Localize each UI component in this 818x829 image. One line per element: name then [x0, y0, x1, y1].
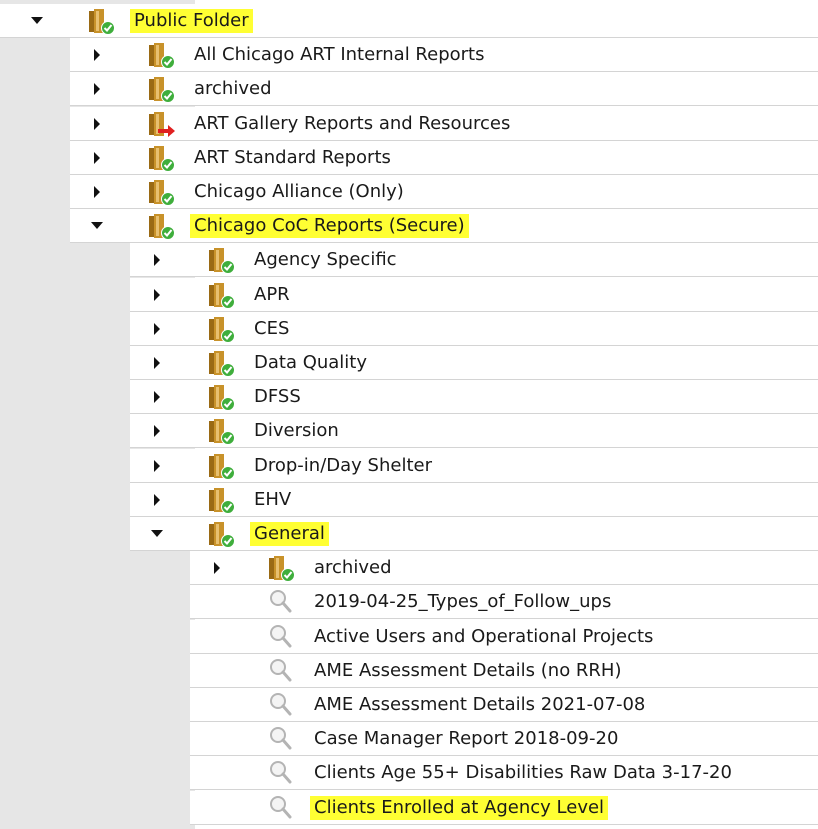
expand-toggle-icon[interactable]	[90, 175, 106, 209]
collapse-toggle-icon[interactable]	[150, 517, 166, 551]
report-label[interactable]: Case Manager Report 2018-09-20	[310, 727, 622, 751]
folder-row-art-standard-reports[interactable]: ART Standard Reports	[70, 141, 818, 175]
folder-label[interactable]: DFSS	[250, 385, 305, 409]
report-label[interactable]: Clients Age 55+ Disabilities Raw Data 3-…	[310, 761, 736, 785]
expand-toggle-icon[interactable]	[90, 107, 106, 141]
folder-check-icon	[206, 416, 236, 446]
report-label[interactable]: AME Assessment Details (no RRH)	[310, 659, 626, 683]
folder-check-icon	[206, 314, 236, 344]
expand-toggle-icon[interactable]	[150, 346, 166, 380]
folder-label[interactable]: archived	[310, 556, 396, 580]
report-label[interactable]: Clients Enrolled at Agency Level	[310, 796, 609, 820]
report-row-active-users-and-operational-projects[interactable]: Active Users and Operational Projects	[190, 620, 818, 654]
expand-toggle-icon[interactable]	[150, 312, 166, 346]
tree-indent-gutter	[0, 0, 70, 829]
report-label[interactable]: AME Assessment Details 2021-07-08	[310, 693, 649, 717]
folder-row-ces[interactable]: CES	[130, 312, 818, 346]
folder-check-icon	[146, 177, 176, 207]
folder-check-icon	[206, 245, 236, 275]
expand-toggle-icon[interactable]	[150, 414, 166, 448]
expand-toggle-icon[interactable]	[210, 551, 226, 585]
expand-toggle-icon[interactable]	[150, 483, 166, 517]
folder-label[interactable]: ART Standard Reports	[190, 146, 395, 170]
folder-check-icon	[146, 74, 176, 104]
folder-row-public-folder[interactable]: Public Folder	[0, 4, 818, 38]
expand-toggle-icon[interactable]	[90, 38, 106, 72]
report-row-clients-age-55-disabilities-raw-data-3-17-20[interactable]: Clients Age 55+ Disabilities Raw Data 3-…	[190, 756, 818, 790]
folder-label[interactable]: Diversion	[250, 419, 343, 443]
expand-toggle-icon[interactable]	[90, 72, 106, 106]
folder-label[interactable]: Chicago Alliance (Only)	[190, 180, 408, 204]
folder-label[interactable]: archived	[190, 77, 276, 101]
collapse-toggle-icon[interactable]	[90, 209, 106, 243]
folder-row-general[interactable]: General	[130, 517, 818, 551]
folder-label[interactable]: Public Folder	[130, 9, 253, 33]
folder-row-chicago-alliance-only[interactable]: Chicago Alliance (Only)	[70, 175, 818, 209]
folder-label[interactable]: EHV	[250, 488, 295, 512]
report-magnifier-icon	[266, 656, 296, 686]
folder-row-archived[interactable]: archived	[190, 551, 818, 585]
folder-check-icon	[206, 451, 236, 481]
report-row-case-manager-report-2018-09-20[interactable]: Case Manager Report 2018-09-20	[190, 722, 818, 756]
folder-row-archived[interactable]: archived	[70, 72, 818, 106]
report-row-clients-enrolled-at-agency-level[interactable]: Clients Enrolled at Agency Level	[190, 791, 818, 825]
folder-label[interactable]: APR	[250, 283, 294, 307]
report-magnifier-icon	[266, 758, 296, 788]
folder-label[interactable]: Chicago CoC Reports (Secure)	[190, 214, 469, 238]
report-row-ame-assessment-details-no-rrh[interactable]: AME Assessment Details (no RRH)	[190, 654, 818, 688]
folder-check-icon	[146, 40, 176, 70]
folder-row-agency-specific[interactable]: Agency Specific	[130, 243, 818, 277]
report-magnifier-icon	[266, 724, 296, 754]
expand-toggle-icon[interactable]	[150, 380, 166, 414]
report-label[interactable]: 2019-04-25_Types_of_Follow_ups	[310, 590, 615, 614]
folder-check-icon	[266, 553, 296, 583]
expand-toggle-icon[interactable]	[150, 243, 166, 277]
folder-label[interactable]: Agency Specific	[250, 248, 401, 272]
folder-label[interactable]: ART Gallery Reports and Resources	[190, 112, 514, 136]
folder-row-ehv[interactable]: EHV	[130, 483, 818, 517]
expand-toggle-icon[interactable]	[150, 449, 166, 483]
report-row-2019-04-25-types-of-follow-ups[interactable]: 2019-04-25_Types_of_Follow_ups	[190, 585, 818, 619]
folder-label[interactable]: Data Quality	[250, 351, 371, 375]
folder-row-dfss[interactable]: DFSS	[130, 380, 818, 414]
report-magnifier-icon	[266, 690, 296, 720]
folder-check-icon	[206, 382, 236, 412]
folder-check-icon	[206, 280, 236, 310]
collapse-toggle-icon[interactable]	[30, 4, 46, 38]
expand-toggle-icon[interactable]	[90, 141, 106, 175]
folder-check-icon	[86, 6, 116, 36]
report-magnifier-icon	[266, 793, 296, 823]
folder-label[interactable]: All Chicago ART Internal Reports	[190, 43, 488, 67]
folder-check-icon	[206, 485, 236, 515]
report-magnifier-icon	[266, 587, 296, 617]
folder-check-icon	[146, 211, 176, 241]
report-row-ame-assessment-details-2021-07-08[interactable]: AME Assessment Details 2021-07-08	[190, 688, 818, 722]
folder-row-all-chicago-art-internal-reports[interactable]: All Chicago ART Internal Reports	[70, 38, 818, 72]
folder-label[interactable]: CES	[250, 317, 293, 341]
expand-toggle-icon[interactable]	[150, 278, 166, 312]
folder-row-data-quality[interactable]: Data Quality	[130, 346, 818, 380]
folder-label[interactable]: Drop-in/Day Shelter	[250, 454, 436, 478]
folder-row-diversion[interactable]: Diversion	[130, 414, 818, 448]
folder-check-icon	[146, 143, 176, 173]
report-label[interactable]: Active Users and Operational Projects	[310, 625, 657, 649]
report-magnifier-icon	[266, 622, 296, 652]
folder-check-icon	[206, 348, 236, 378]
folder-row-apr[interactable]: APR	[130, 278, 818, 312]
folder-row-drop-in-day-shelter[interactable]: Drop-in/Day Shelter	[130, 449, 818, 483]
folder-row-art-gallery-reports-and-resources[interactable]: ART Gallery Reports and Resources	[70, 107, 818, 141]
folder-row-chicago-coc-reports-secure[interactable]: Chicago CoC Reports (Secure)	[70, 209, 818, 243]
folder-label[interactable]: General	[250, 522, 329, 546]
folder-check-icon	[206, 519, 236, 549]
folder-shortcut-icon	[146, 109, 176, 139]
